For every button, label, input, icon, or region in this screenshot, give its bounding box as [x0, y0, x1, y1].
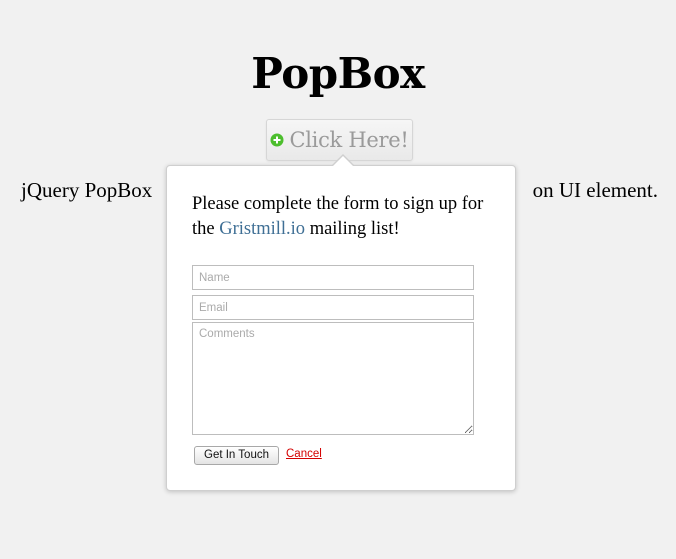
plus-circle-icon [270, 133, 284, 147]
page-title: PopBox [251, 49, 425, 98]
cancel-link[interactable]: Cancel [286, 448, 322, 460]
intro-text-after: mailing list! [305, 219, 400, 239]
popbox-arrow [332, 156, 354, 167]
email-input[interactable] [192, 295, 474, 320]
description-text-left: jQuery PopBox [21, 178, 153, 202]
get-in-touch-button[interactable]: Get In Touch [194, 446, 279, 465]
trigger-label: Click Here! [289, 128, 409, 152]
popbox-panel: Please complete the form to sign up for … [166, 154, 516, 491]
comments-textarea[interactable] [192, 322, 474, 435]
description-text-right: on UI element. [532, 178, 658, 202]
popbox-intro-text: Please complete the form to sign up for … [192, 192, 502, 242]
gristmill-link[interactable]: Gristmill.io [219, 219, 305, 239]
name-input[interactable] [192, 265, 474, 290]
